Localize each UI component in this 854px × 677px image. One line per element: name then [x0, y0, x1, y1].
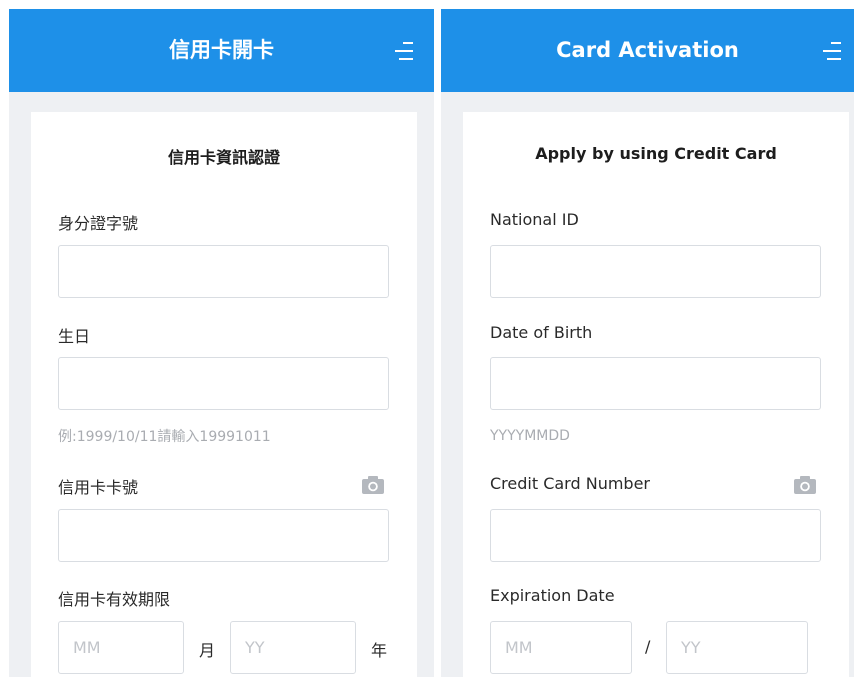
app-title: Card Activation: [556, 38, 739, 62]
expiry-separator: /: [645, 637, 651, 656]
card-title: 信用卡資訊認證: [167, 148, 280, 167]
national-id-input[interactable]: [490, 245, 821, 298]
birth-hint: YYYYMMDD: [490, 428, 570, 444]
expiry-year-input[interactable]: YY: [666, 621, 808, 674]
birth-input[interactable]: [490, 357, 821, 410]
camera-icon[interactable]: [361, 475, 385, 495]
expiry-label: 信用卡有效期限: [58, 590, 171, 609]
camera-icon[interactable]: [793, 475, 817, 495]
app-bar: 信用卡開卡: [9, 9, 434, 92]
birth-hint: 例:1999/10/11請輸入19991011: [58, 429, 271, 445]
national-id-label: 身分證字號: [58, 214, 139, 233]
card-number-label: Credit Card Number: [490, 474, 650, 493]
menu-icon[interactable]: [823, 39, 845, 63]
year-unit-label: 年: [371, 641, 388, 660]
form-card: Apply by using Credit Card National ID D…: [463, 112, 849, 677]
expiry-month-input[interactable]: MM: [58, 621, 184, 674]
birth-input[interactable]: [58, 357, 389, 410]
card-number-input[interactable]: [58, 509, 389, 562]
month-unit-label: 月: [199, 641, 216, 660]
screen-chinese: 信用卡開卡 信用卡資訊認證 身分證字號 生日 例:1999/10/11請輸入19…: [9, 9, 434, 677]
form-card: 信用卡資訊認證 身分證字號 生日 例:1999/10/11請輸入19991011…: [31, 112, 417, 677]
expiry-label: Expiration Date: [490, 586, 615, 605]
national-id-label: National ID: [490, 210, 579, 229]
card-number-input[interactable]: [490, 509, 821, 562]
birth-label: 生日: [58, 327, 91, 346]
screen-english: Card Activation Apply by using Credit Ca…: [441, 9, 854, 677]
card-number-label: 信用卡卡號: [58, 478, 139, 497]
menu-icon[interactable]: [395, 39, 417, 63]
card-title: Apply by using Credit Card: [535, 144, 777, 163]
national-id-input[interactable]: [58, 245, 389, 298]
app-bar: Card Activation: [441, 9, 854, 92]
expiry-month-input[interactable]: MM: [490, 621, 632, 674]
birth-label: Date of Birth: [490, 323, 593, 342]
expiry-year-input[interactable]: YY: [230, 621, 356, 674]
app-title: 信用卡開卡: [169, 38, 274, 62]
